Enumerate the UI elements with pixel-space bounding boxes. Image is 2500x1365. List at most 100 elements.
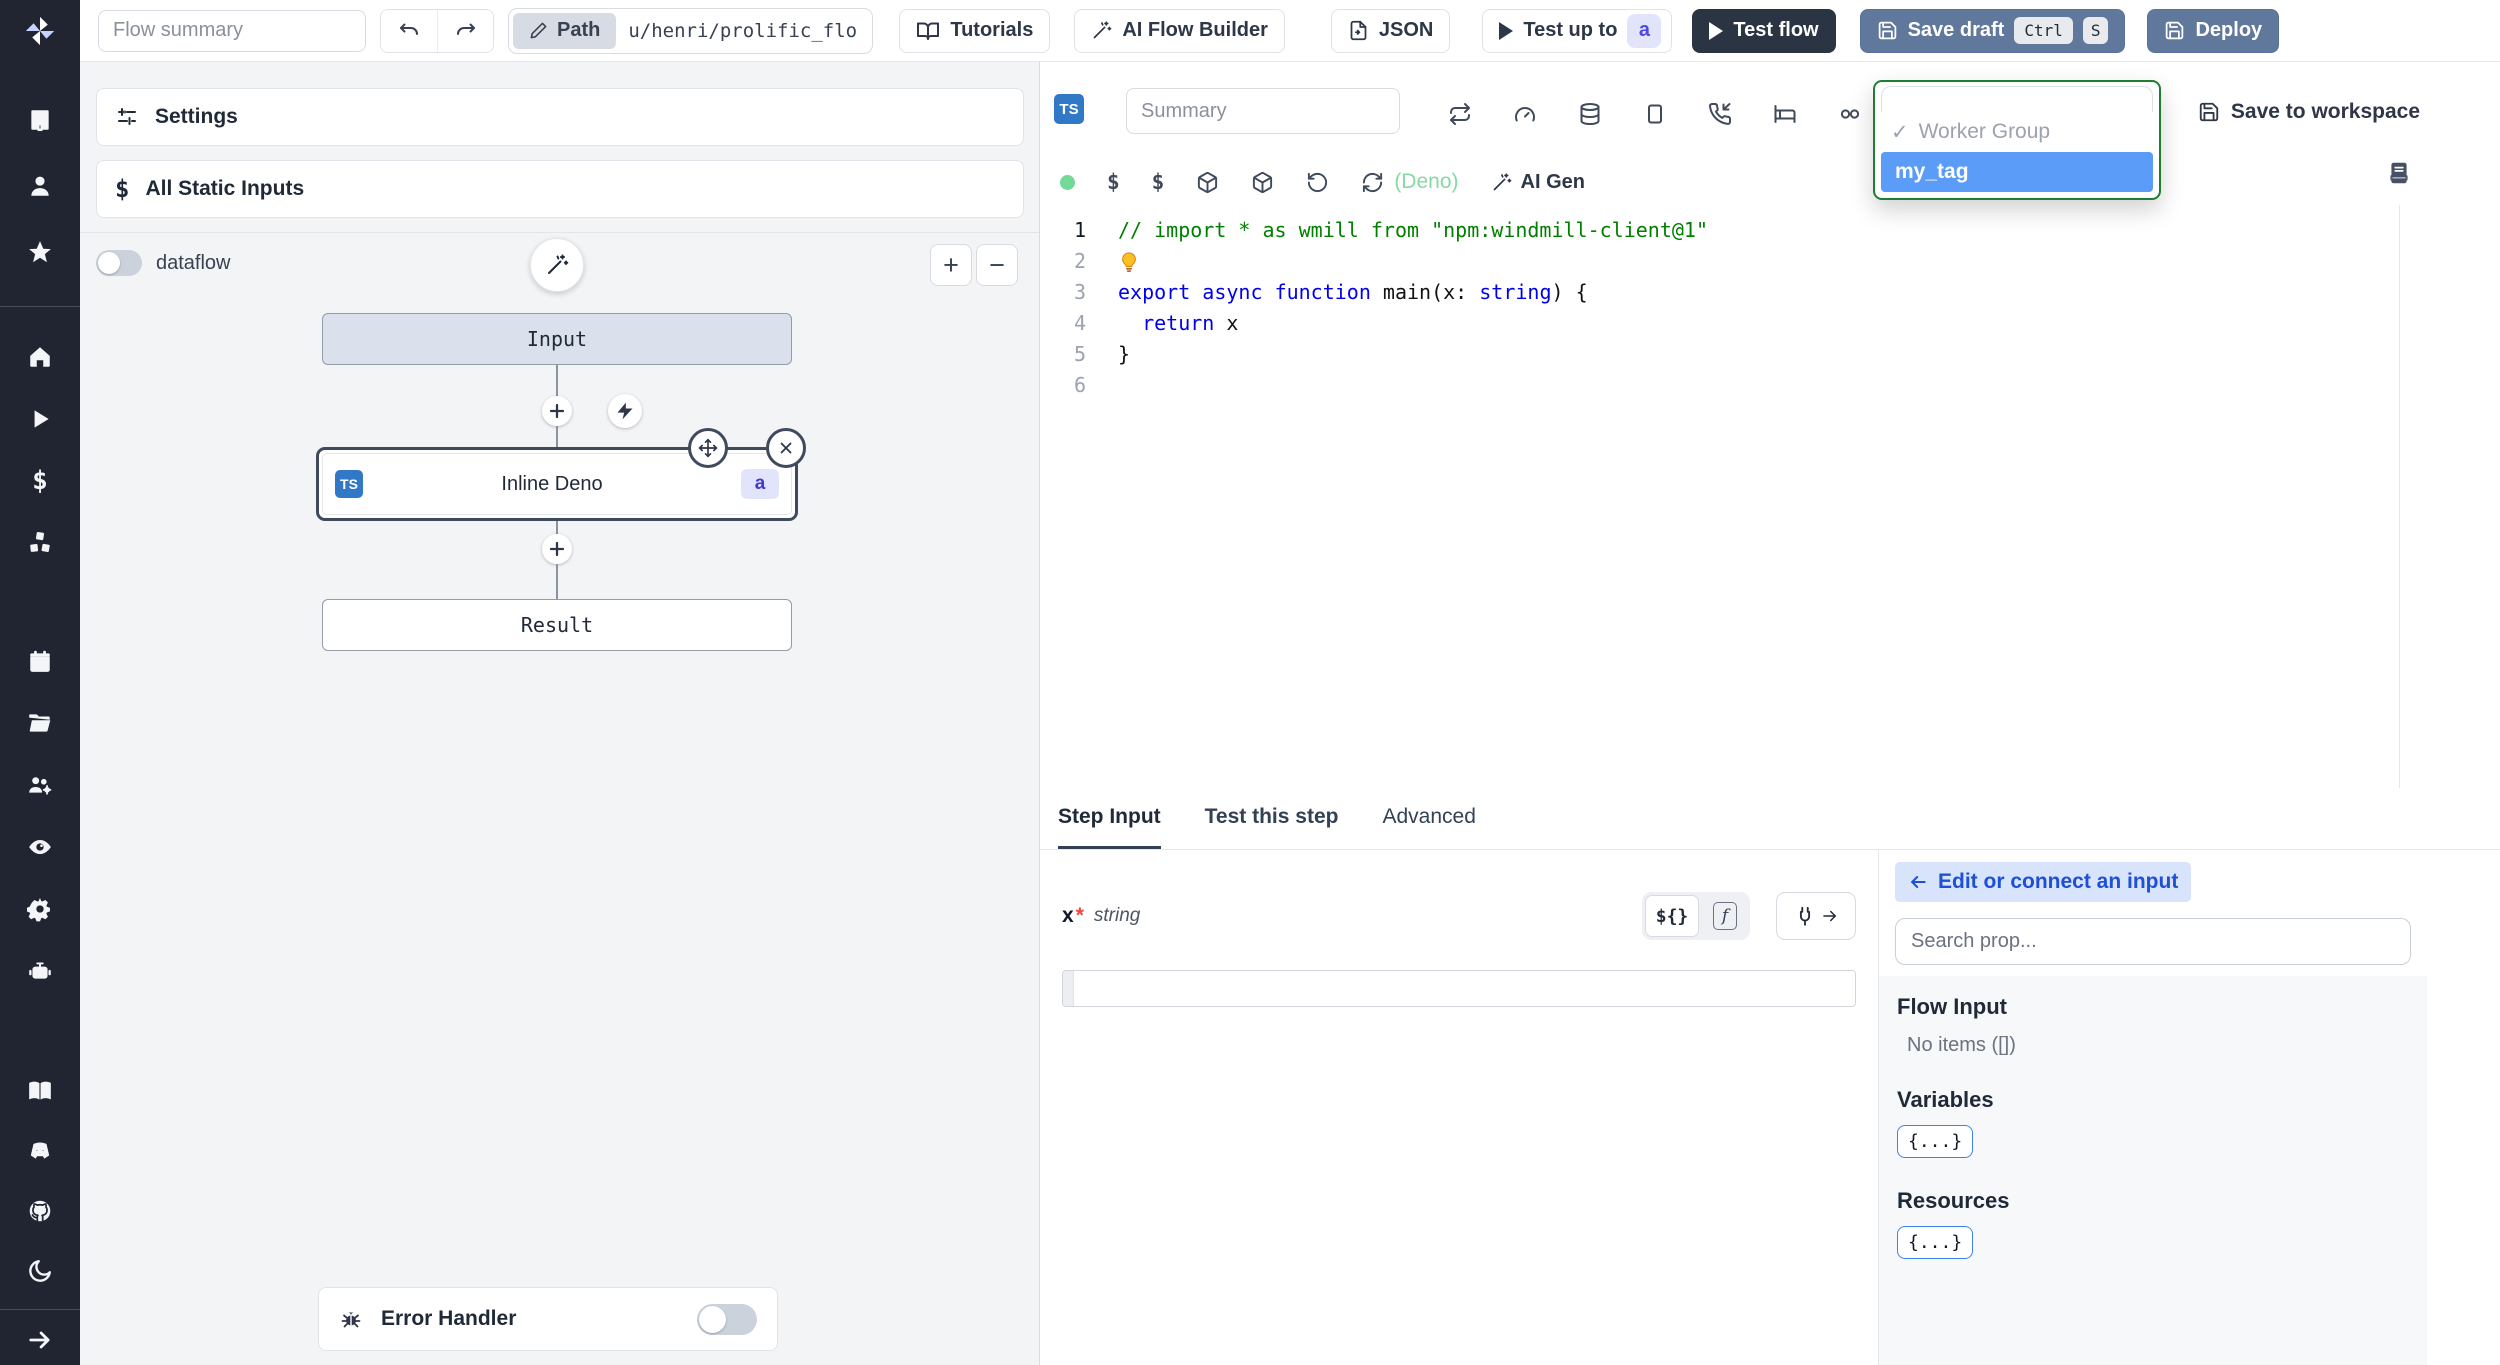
bot-icon[interactable]: [20, 957, 60, 985]
edge-line: [556, 426, 558, 447]
play-icon: [1499, 21, 1514, 40]
suspend-phone-icon[interactable]: [1708, 102, 1732, 126]
save-icon: [1878, 21, 1896, 40]
connect-input-button[interactable]: [1776, 892, 1856, 940]
tab-advanced[interactable]: Advanced: [1382, 788, 1475, 849]
status-dot: [1060, 174, 1075, 190]
workspace-icon[interactable]: [20, 106, 60, 134]
insert-step-button[interactable]: [542, 534, 572, 564]
edit-or-connect-chip[interactable]: Edit or connect an input: [1895, 862, 2192, 902]
discord-icon[interactable]: [20, 1137, 60, 1165]
test-flow-button[interactable]: Test flow: [1692, 8, 1836, 53]
add-variable-button[interactable]: $: [1107, 170, 1120, 194]
save-icon: [2199, 102, 2219, 122]
plus-icon: [549, 541, 565, 557]
package-icon[interactable]: [1196, 171, 1219, 194]
variables-dollar-icon[interactable]: $: [20, 466, 60, 496]
github-icon[interactable]: [20, 1197, 60, 1225]
home-icon[interactable]: [20, 343, 60, 371]
test-up-to-button[interactable]: Test up to a: [1482, 8, 1673, 53]
step-node-selected[interactable]: TS Inline Deno a: [316, 447, 798, 521]
flow-summary-input[interactable]: [98, 9, 366, 52]
error-handler-label: Error Handler: [381, 1307, 517, 1330]
dataflow-label: dataflow: [156, 251, 231, 274]
field-value-input[interactable]: [1074, 971, 1855, 1006]
redo-button[interactable]: [437, 9, 493, 52]
ai-graph-wand-button[interactable]: [530, 238, 584, 292]
favorites-star-icon[interactable]: [20, 238, 60, 266]
tab-test-this-step[interactable]: Test this step: [1205, 788, 1339, 849]
worker-group-selected-option[interactable]: my_tag: [1881, 152, 2153, 192]
check-icon: ✓: [1891, 120, 1909, 144]
docs-book-icon[interactable]: [20, 1077, 60, 1105]
worker-group-option[interactable]: ✓ Worker Group: [1879, 112, 2155, 152]
concurrency-icon[interactable]: [1838, 102, 1862, 126]
save-to-workspace-button[interactable]: Save to workspace: [2198, 100, 2420, 124]
sleep-bed-icon[interactable]: [1773, 102, 1797, 126]
tutorials-button[interactable]: Tutorials: [899, 8, 1051, 53]
search-prop-input[interactable]: [1895, 918, 2411, 965]
retry-icon[interactable]: [1448, 102, 1472, 126]
code-editor[interactable]: 123456 // import * as wmill from "npm:wi…: [1040, 205, 2400, 788]
assistant-refresh[interactable]: (Deno): [1361, 170, 1459, 194]
zoom-in-button[interactable]: +: [930, 244, 972, 286]
insert-step-button[interactable]: [542, 396, 572, 426]
folders-icon[interactable]: [20, 709, 60, 737]
resources-object-chip[interactable]: {...}: [1897, 1226, 1974, 1259]
variables-object-chip[interactable]: {...}: [1897, 1125, 1974, 1158]
error-handler-card[interactable]: Error Handler: [318, 1287, 778, 1351]
audit-eye-icon[interactable]: [20, 833, 60, 861]
add-static-variable-button[interactable]: $: [1152, 170, 1165, 194]
delete-step-button[interactable]: [766, 428, 806, 468]
settings-gear-icon[interactable]: [20, 895, 60, 923]
tag-select-ghost: [1881, 86, 2153, 112]
tab-step-input[interactable]: Step Input: [1058, 788, 1161, 849]
kbd-ctrl: Ctrl: [2014, 17, 2073, 44]
path-input[interactable]: [616, 19, 869, 42]
json-button[interactable]: JSON: [1330, 8, 1451, 53]
schedules-calendar-icon[interactable]: [20, 647, 60, 675]
resources-boxes-icon[interactable]: [20, 529, 60, 557]
windmill-logo-icon: [25, 16, 55, 46]
expand-sidebar-arrow-icon[interactable]: [20, 1326, 60, 1354]
plug-icon: [1799, 906, 1810, 926]
path-label[interactable]: Path: [513, 12, 617, 49]
move-step-button[interactable]: [688, 428, 728, 468]
sliders-icon: [118, 108, 136, 125]
groups-users-icon[interactable]: [20, 771, 60, 799]
dataflow-toggle[interactable]: [96, 250, 142, 276]
windmill-logo[interactable]: [0, 0, 80, 62]
save-draft-button[interactable]: Save draft Ctrl S: [1859, 8, 2126, 53]
dark-mode-moon-icon[interactable]: [20, 1257, 60, 1285]
error-handler-toggle[interactable]: [697, 1303, 757, 1335]
field-drag-notch[interactable]: [1063, 971, 1074, 1006]
ai-flow-builder-button[interactable]: AI Flow Builder: [1074, 8, 1285, 53]
undo-button[interactable]: [381, 9, 437, 52]
user-icon[interactable]: [20, 172, 60, 200]
step-summary-input[interactable]: [1126, 88, 1400, 134]
library-icon[interactable]: [2386, 160, 2412, 186]
ai-gen-button[interactable]: AI Gen: [1491, 171, 1585, 194]
cache-database-icon[interactable]: [1578, 102, 1602, 126]
step-node-label: Inline Deno: [501, 472, 603, 495]
flow-settings-button[interactable]: Settings: [96, 88, 1024, 146]
early-stop-gauge-icon[interactable]: [1513, 102, 1537, 126]
zoom-out-button[interactable]: −: [976, 244, 1018, 286]
flow-input-node[interactable]: Input: [322, 313, 792, 365]
field-value-wrapper: [1062, 970, 1856, 1007]
mock-icon[interactable]: [1643, 102, 1667, 126]
deploy-button[interactable]: Deploy: [2147, 8, 2280, 53]
trigger-zap-button[interactable]: [608, 394, 642, 428]
function-mode-button[interactable]: f: [1703, 895, 1747, 937]
kbd-s: S: [2082, 17, 2109, 44]
package-icon[interactable]: [1251, 171, 1274, 194]
flow-result-node[interactable]: Result: [322, 599, 792, 651]
move-icon: [698, 438, 718, 458]
runs-play-icon[interactable]: [20, 405, 60, 433]
template-mode-button[interactable]: ${}: [1645, 895, 1699, 937]
field-type: string: [1093, 905, 1141, 926]
step-id-badge: a: [741, 469, 779, 499]
flow-input-title: Flow Input: [1897, 994, 2007, 1019]
reset-rotate-ccw-icon[interactable]: [1306, 171, 1329, 194]
all-static-inputs-button[interactable]: $ All Static Inputs: [96, 160, 1024, 218]
